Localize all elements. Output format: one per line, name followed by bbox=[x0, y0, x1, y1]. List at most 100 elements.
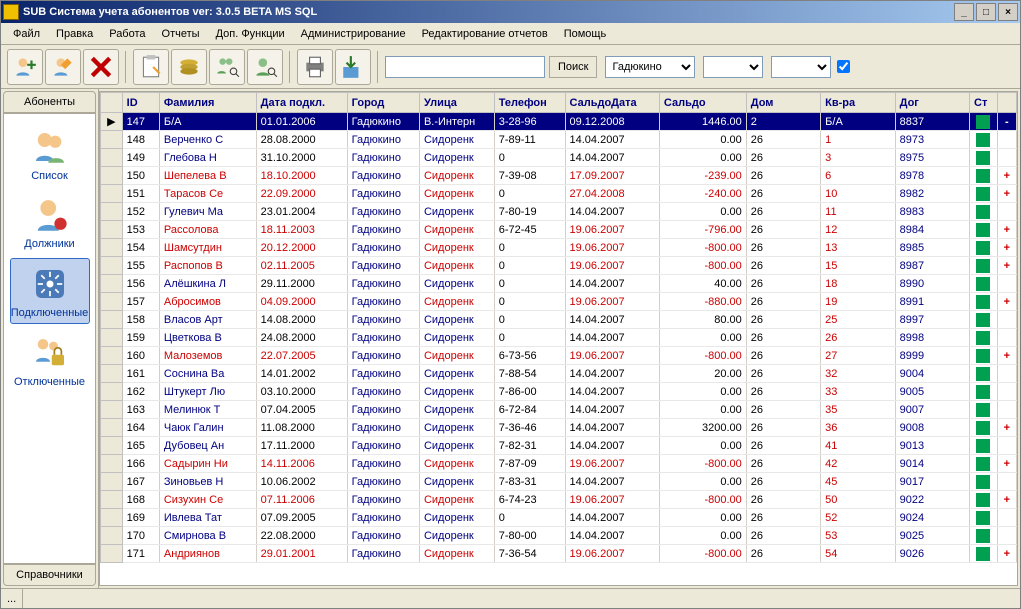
money-button[interactable] bbox=[171, 49, 207, 85]
edit-user-button[interactable] bbox=[45, 49, 81, 85]
col-id[interactable]: ID bbox=[122, 93, 159, 113]
sidebar-item-disconnected[interactable]: Отключенные bbox=[10, 328, 90, 392]
cell-flat: 19 bbox=[821, 293, 895, 311]
cell-saldo: -800.00 bbox=[659, 455, 746, 473]
sidebar-item-connected[interactable]: Подключенные bbox=[10, 258, 90, 324]
cell-street: Сидоренк bbox=[419, 455, 494, 473]
cell-contract: 8990 bbox=[895, 275, 969, 293]
search-button[interactable]: Поиск bbox=[549, 56, 597, 78]
cell-status bbox=[970, 185, 998, 203]
table-row[interactable]: 151Тарасов Се22.09.2000ГадюкиноСидоренк0… bbox=[101, 185, 1017, 203]
col-saldo[interactable]: Сальдо bbox=[659, 93, 746, 113]
table-row[interactable]: 150Шепелева В18.10.2000ГадюкиноСидоренк7… bbox=[101, 167, 1017, 185]
table-row[interactable]: 169Ивлева Тат07.09.2005ГадюкиноСидоренк0… bbox=[101, 509, 1017, 527]
col-street[interactable]: Улица bbox=[419, 93, 494, 113]
table-row[interactable]: 171Андриянов29.01.2001ГадюкиноСидоренк7-… bbox=[101, 545, 1017, 563]
menu-help[interactable]: Помощь bbox=[556, 25, 615, 43]
menu-edit[interactable]: Правка bbox=[48, 25, 101, 43]
cell-flag bbox=[997, 275, 1016, 293]
sidebar-tab-subscribers[interactable]: Абоненты bbox=[3, 91, 96, 113]
sidebar-item-debtors[interactable]: Должники bbox=[10, 190, 90, 254]
col-fam[interactable]: Фамилия bbox=[159, 93, 256, 113]
col-flat[interactable]: Кв-ра bbox=[821, 93, 895, 113]
menu-extra[interactable]: Доп. Функции bbox=[208, 25, 293, 43]
col-city[interactable]: Город bbox=[347, 93, 419, 113]
data-grid[interactable]: ID Фамилия Дата подкл. Город Улица Телеф… bbox=[99, 91, 1018, 586]
row-indicator bbox=[101, 131, 123, 149]
table-row[interactable]: 149Глебова Н31.10.2000ГадюкиноСидоренк01… bbox=[101, 149, 1017, 167]
cell-saldo: 0.00 bbox=[659, 527, 746, 545]
cell-city: Гадюкино bbox=[347, 473, 419, 491]
col-house[interactable]: Дом bbox=[746, 93, 820, 113]
col-contract[interactable]: Дог bbox=[895, 93, 969, 113]
table-row[interactable]: 165Дубовец Ан17.11.2000ГадюкиноСидоренк7… bbox=[101, 437, 1017, 455]
row-indicator: ▶ bbox=[101, 113, 123, 131]
menu-work[interactable]: Работа bbox=[101, 25, 153, 43]
col-flag[interactable] bbox=[997, 93, 1016, 113]
delete-button[interactable] bbox=[83, 49, 119, 85]
cell-flat: 54 bbox=[821, 545, 895, 563]
table-row[interactable]: 167Зиновьев Н10.06.2002ГадюкиноСидоренк7… bbox=[101, 473, 1017, 491]
table-row[interactable]: 153Рассолова18.11.2003ГадюкиноСидоренк6-… bbox=[101, 221, 1017, 239]
sidebar-item-list[interactable]: Список bbox=[10, 122, 90, 186]
city-combo[interactable]: Гадюкино bbox=[605, 56, 695, 78]
maximize-button[interactable]: □ bbox=[976, 3, 996, 21]
cell-date: 01.01.2006 bbox=[256, 113, 347, 131]
row-indicator bbox=[101, 149, 123, 167]
table-row[interactable]: 158Власов Арт14.08.2000ГадюкиноСидоренк0… bbox=[101, 311, 1017, 329]
print-button[interactable] bbox=[297, 49, 333, 85]
cell-house: 26 bbox=[746, 311, 820, 329]
table-row[interactable]: 162Штукерт Лю03.10.2000ГадюкиноСидоренк7… bbox=[101, 383, 1017, 401]
search-input[interactable] bbox=[385, 56, 545, 78]
grid-header-row: ID Фамилия Дата подкл. Город Улица Телеф… bbox=[101, 93, 1017, 113]
col-saldo-date[interactable]: СальдоДата bbox=[565, 93, 659, 113]
table-row[interactable]: 159Цветкова В24.08.2000ГадюкиноСидоренк0… bbox=[101, 329, 1017, 347]
users-search-button[interactable] bbox=[209, 49, 245, 85]
table-row[interactable]: 163Мелинюк Т07.04.2005ГадюкиноСидоренк6-… bbox=[101, 401, 1017, 419]
table-row[interactable]: 168Сизухин Се07.11.2006ГадюкиноСидоренк6… bbox=[101, 491, 1017, 509]
cell-contract: 8991 bbox=[895, 293, 969, 311]
cell-status bbox=[970, 509, 998, 527]
table-row[interactable]: 154Шамсутдин20.12.2000ГадюкиноСидоренк01… bbox=[101, 239, 1017, 257]
table-row[interactable]: 157Абросимов04.09.2000ГадюкиноСидоренк01… bbox=[101, 293, 1017, 311]
table-row[interactable]: ▶147Б/А01.01.2006ГадюкиноВ.-Интерн3-28-9… bbox=[101, 113, 1017, 131]
table-row[interactable]: 160Малоземов22.07.2005ГадюкиноСидоренк6-… bbox=[101, 347, 1017, 365]
filter3-combo[interactable] bbox=[771, 56, 831, 78]
window-title: SUB Система учета абонентов ver: 3.0.5 B… bbox=[23, 6, 954, 18]
cell-saldo-date: 14.04.2007 bbox=[565, 437, 659, 455]
table-row[interactable]: 161Соснина Ва14.01.2002ГадюкиноСидоренк7… bbox=[101, 365, 1017, 383]
cell-saldo-date: 14.04.2007 bbox=[565, 473, 659, 491]
menu-report-edit[interactable]: Редактирование отчетов bbox=[414, 25, 556, 43]
export-button[interactable] bbox=[335, 49, 371, 85]
close-button[interactable]: × bbox=[998, 3, 1018, 21]
cell-fam: Власов Арт bbox=[159, 311, 256, 329]
cell-saldo: -240.00 bbox=[659, 185, 746, 203]
table-row[interactable]: 166Садырин Ни14.11.2006ГадюкиноСидоренк7… bbox=[101, 455, 1017, 473]
filter-checkbox[interactable] bbox=[837, 60, 850, 73]
table-row[interactable]: 164Чаюк Галин11.08.2000ГадюкиноСидоренк7… bbox=[101, 419, 1017, 437]
menu-file[interactable]: Файл bbox=[5, 25, 48, 43]
sidebar-tab-references[interactable]: Справочники bbox=[3, 564, 96, 586]
cell-flag: + bbox=[997, 347, 1016, 365]
table-row[interactable]: 156Алёшкина Л29.11.2000ГадюкиноСидоренк0… bbox=[101, 275, 1017, 293]
col-status[interactable]: Ст bbox=[970, 93, 998, 113]
cell-id: 163 bbox=[122, 401, 159, 419]
minimize-button[interactable]: _ bbox=[954, 3, 974, 21]
col-phone[interactable]: Телефон bbox=[494, 93, 565, 113]
cell-flag bbox=[997, 311, 1016, 329]
table-row[interactable]: 155Распопов В02.11.2005ГадюкиноСидоренк0… bbox=[101, 257, 1017, 275]
table-row[interactable]: 152Гулевич Ма23.01.2004ГадюкиноСидоренк7… bbox=[101, 203, 1017, 221]
clipboard-button[interactable] bbox=[133, 49, 169, 85]
cell-street: Сидоренк bbox=[419, 203, 494, 221]
filter2-combo[interactable] bbox=[703, 56, 763, 78]
cell-fam: Шепелева В bbox=[159, 167, 256, 185]
col-date[interactable]: Дата подкл. bbox=[256, 93, 347, 113]
menu-admin[interactable]: Администрирование bbox=[293, 25, 414, 43]
menu-reports[interactable]: Отчеты bbox=[154, 25, 208, 43]
cell-contract: 8984 bbox=[895, 221, 969, 239]
table-row[interactable]: 148Верченко С28.08.2000ГадюкиноСидоренк7… bbox=[101, 131, 1017, 149]
cell-date: 10.06.2002 bbox=[256, 473, 347, 491]
table-row[interactable]: 170Смирнова В22.08.2000ГадюкиноСидоренк7… bbox=[101, 527, 1017, 545]
add-user-button[interactable] bbox=[7, 49, 43, 85]
user-search-button[interactable] bbox=[247, 49, 283, 85]
